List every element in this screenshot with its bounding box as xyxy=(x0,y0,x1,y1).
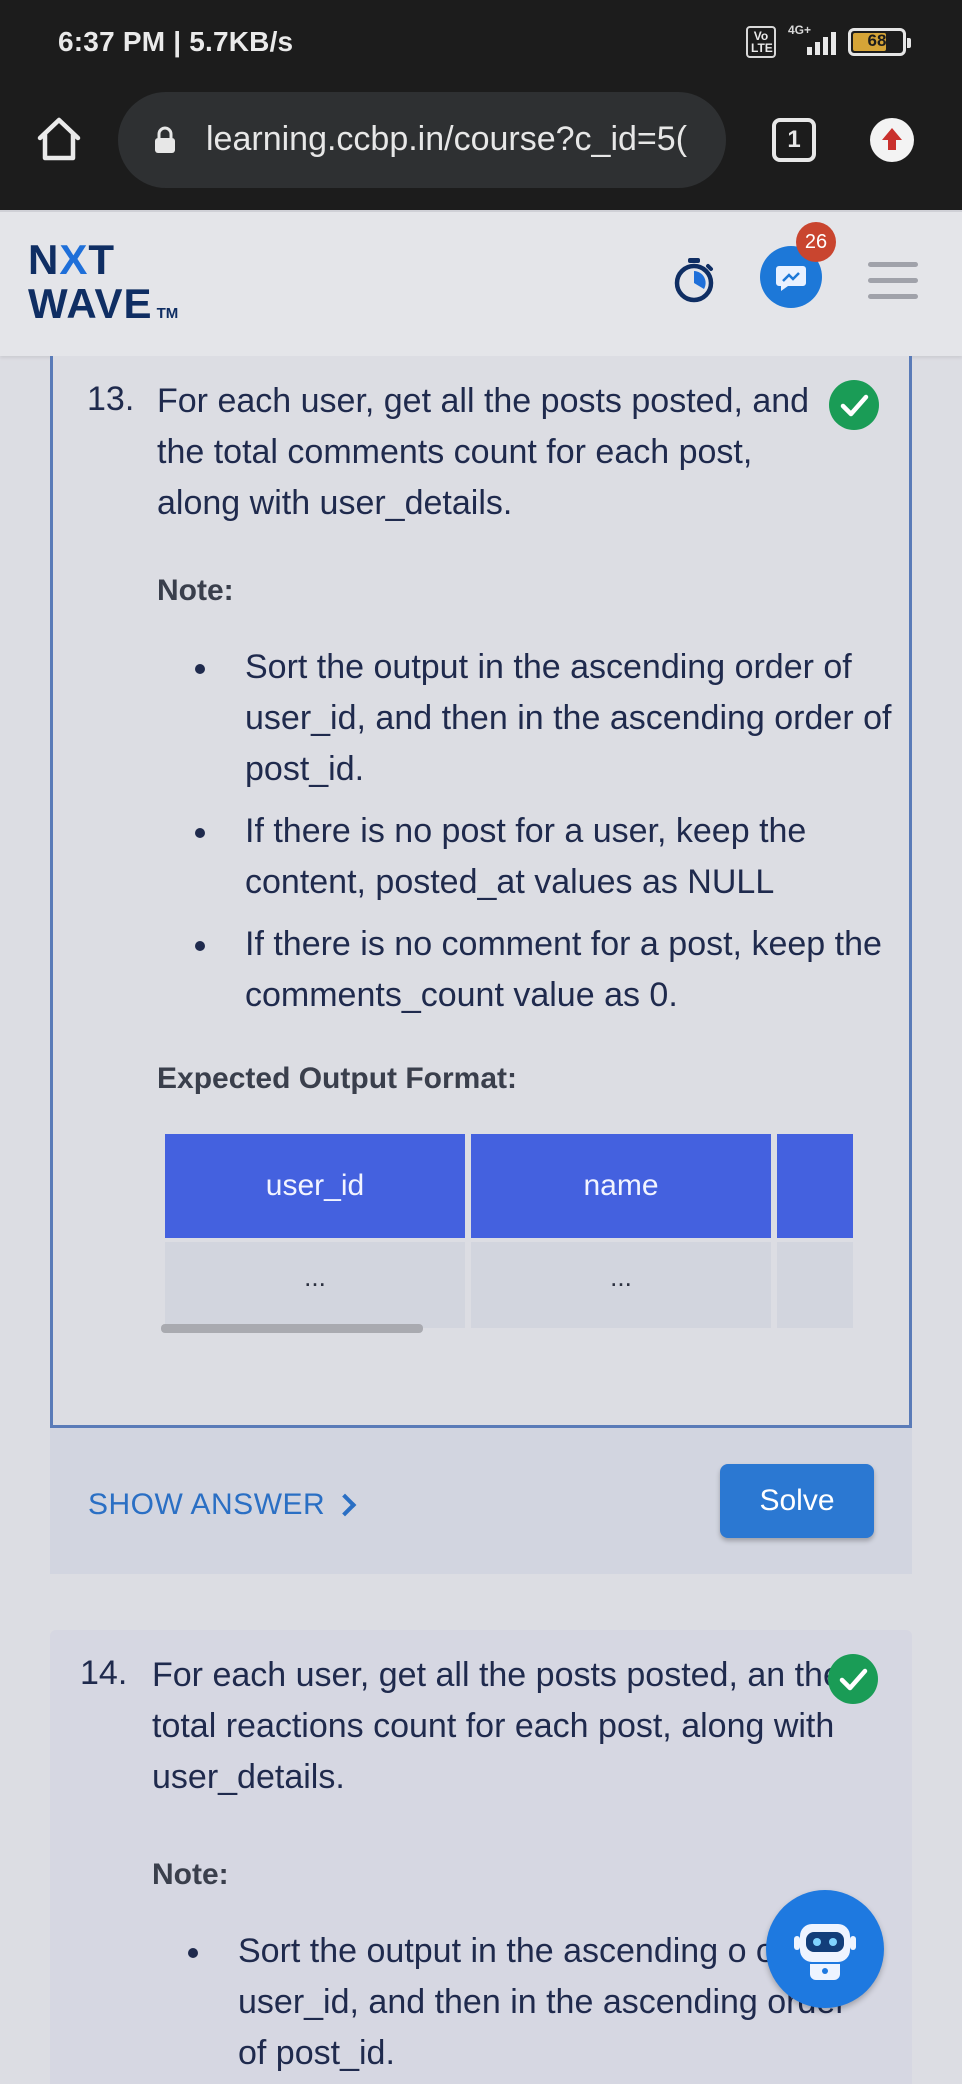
note-label: Note: xyxy=(152,1858,229,1891)
signal-icon: 4G+ xyxy=(788,23,836,57)
app-header: NXT WAVE TM 26 xyxy=(0,210,962,356)
note-list: Sort the output in the ascending order o… xyxy=(187,642,897,1032)
notification-badge: 26 xyxy=(796,222,836,262)
battery-icon: 68 xyxy=(848,28,911,56)
table-column: name ... xyxy=(471,1134,771,1328)
volte-icon: Vo LTE xyxy=(746,26,776,58)
robot-icon xyxy=(794,1924,856,1980)
note-item: Sort the output in the ascending order o… xyxy=(187,642,897,795)
completed-check-icon xyxy=(828,1654,878,1704)
table-scrollbar[interactable] xyxy=(161,1324,423,1333)
table-header-cell xyxy=(777,1134,853,1238)
table-column xyxy=(777,1134,853,1328)
answer-bar: SHOW ANSWER Solve xyxy=(50,1428,912,1574)
table-header-cell: user_id xyxy=(165,1134,465,1238)
status-time: 6:37 PM | 5.7KB/s xyxy=(58,26,294,57)
question-card-14: 14. For each user, get all the posts pos… xyxy=(50,1630,912,2084)
update-icon[interactable] xyxy=(870,118,914,162)
completed-check-icon xyxy=(829,380,879,430)
note-item: If there is no post for a user, keep the… xyxy=(187,806,897,908)
table-header-cell: name xyxy=(471,1134,771,1238)
url-text: learning.ccbp.in/course?c_id=5( xyxy=(206,120,688,158)
battery-level: 68 xyxy=(867,31,887,50)
expected-output-label: Expected Output Format: xyxy=(157,1062,518,1095)
home-icon[interactable] xyxy=(34,114,84,164)
table-cell: ... xyxy=(165,1242,465,1328)
url-bar[interactable]: learning.ccbp.in/course?c_id=5( xyxy=(118,92,726,188)
chevron-right-icon xyxy=(333,1493,357,1517)
nxtwave-logo[interactable]: NXT WAVE TM xyxy=(28,238,178,336)
question-number: 13. xyxy=(87,380,135,418)
table-cell xyxy=(777,1242,853,1328)
browser-toolbar: learning.ccbp.in/course?c_id=5( 1 xyxy=(0,88,962,210)
tabs-button[interactable]: 1 xyxy=(772,118,816,162)
question-text: For each user, get all the posts posted,… xyxy=(157,382,810,522)
status-icons: Vo LTE 4G+ 68 xyxy=(746,23,911,58)
question-card-13: 13. For each user, get all the posts pos… xyxy=(50,356,912,1428)
stopwatch-icon[interactable] xyxy=(672,256,716,304)
show-answer-link[interactable]: SHOW ANSWER xyxy=(88,1488,357,1522)
lock-icon xyxy=(155,126,175,153)
hamburger-menu-icon[interactable] xyxy=(868,262,918,300)
status-bar: 6:37 PM | 5.7KB/s Vo LTE 4G+ 68 xyxy=(0,0,962,88)
assistant-bot-button[interactable] xyxy=(766,1890,884,2008)
table-column: user_id ... xyxy=(165,1134,465,1328)
question-number: 14. xyxy=(80,1654,128,1692)
show-answer-label: SHOW ANSWER xyxy=(88,1488,326,1521)
solve-button[interactable]: Solve xyxy=(720,1464,874,1538)
note-item: If there is no comment for a post, keep … xyxy=(187,919,897,1021)
output-table[interactable]: user_id ... name ... xyxy=(163,1134,853,1334)
question-text: For each user, get all the posts posted,… xyxy=(152,1656,842,1796)
table-cell: ... xyxy=(471,1242,771,1328)
note-label: Note: xyxy=(157,574,234,607)
